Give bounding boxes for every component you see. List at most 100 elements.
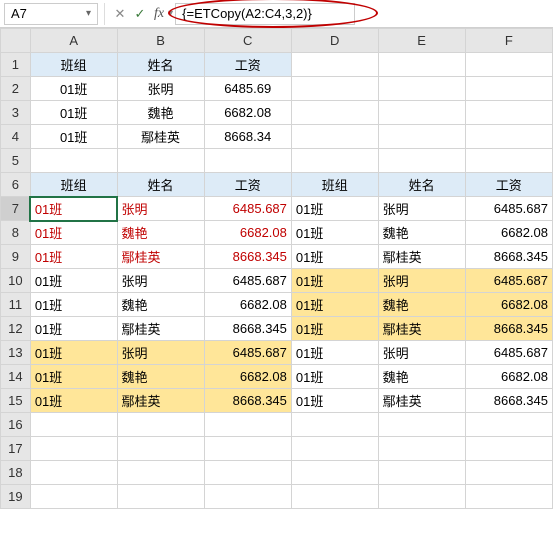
cell[interactable]: 张明 xyxy=(117,77,204,101)
cell[interactable]: 01班 xyxy=(30,245,117,269)
row-header[interactable]: 7 xyxy=(1,197,31,221)
cell[interactable]: 6485.687 xyxy=(204,269,291,293)
cell[interactable]: 6485.687 xyxy=(204,341,291,365)
cell[interactable]: 张明 xyxy=(117,269,204,293)
cell[interactable]: 班组 xyxy=(30,53,117,77)
col-header[interactable]: D xyxy=(291,29,378,53)
cell[interactable]: 6485.687 xyxy=(465,341,552,365)
row-header[interactable]: 3 xyxy=(1,101,31,125)
cell[interactable]: 01班 xyxy=(30,293,117,317)
cell[interactable] xyxy=(465,101,552,125)
row-header[interactable]: 1 xyxy=(1,53,31,77)
cell[interactable]: 01班 xyxy=(30,101,117,125)
cell[interactable] xyxy=(117,437,204,461)
cell[interactable] xyxy=(30,485,117,509)
cell[interactable] xyxy=(378,149,465,173)
cell[interactable]: 8668.345 xyxy=(204,389,291,413)
cell[interactable] xyxy=(378,53,465,77)
cell[interactable] xyxy=(291,53,378,77)
cell[interactable] xyxy=(378,77,465,101)
cell[interactable]: 01班 xyxy=(291,389,378,413)
cell[interactable]: 魏艳 xyxy=(378,293,465,317)
cell[interactable] xyxy=(378,461,465,485)
cell[interactable]: 01班 xyxy=(291,317,378,341)
cell[interactable]: 01班 xyxy=(291,269,378,293)
cell[interactable]: 鄢桂英 xyxy=(378,245,465,269)
cell[interactable] xyxy=(30,461,117,485)
cell[interactable] xyxy=(204,461,291,485)
cell[interactable]: 魏艳 xyxy=(117,221,204,245)
cell[interactable]: 6485.687 xyxy=(204,197,291,221)
cell[interactable]: 6682.08 xyxy=(204,101,291,125)
cell[interactable]: 魏艳 xyxy=(378,221,465,245)
cell[interactable] xyxy=(204,413,291,437)
cell[interactable] xyxy=(291,125,378,149)
cell[interactable]: 鄢桂英 xyxy=(117,317,204,341)
spreadsheet-grid[interactable]: A B C D E F 1 班组 姓名 工资 2 01班 张明 6485.69 … xyxy=(0,28,553,509)
cell[interactable]: 魏艳 xyxy=(117,365,204,389)
row-header[interactable]: 12 xyxy=(1,317,31,341)
cell[interactable] xyxy=(465,437,552,461)
row-header[interactable]: 16 xyxy=(1,413,31,437)
cell[interactable]: 鄢桂英 xyxy=(378,317,465,341)
cell[interactable] xyxy=(291,101,378,125)
cell[interactable]: 张明 xyxy=(117,197,204,221)
cell[interactable] xyxy=(117,461,204,485)
cell[interactable]: 01班 xyxy=(291,365,378,389)
name-box[interactable]: A7 ▾ xyxy=(4,3,98,25)
cell[interactable]: 姓名 xyxy=(117,173,204,197)
cell[interactable]: 姓名 xyxy=(117,53,204,77)
cell[interactable]: 01班 xyxy=(30,125,117,149)
col-header[interactable]: F xyxy=(465,29,552,53)
cell[interactable]: 8668.345 xyxy=(204,317,291,341)
cell[interactable] xyxy=(291,461,378,485)
cell[interactable] xyxy=(204,437,291,461)
cell[interactable] xyxy=(291,485,378,509)
cell[interactable]: 魏艳 xyxy=(117,101,204,125)
row-header[interactable]: 18 xyxy=(1,461,31,485)
cell[interactable]: 01班 xyxy=(30,389,117,413)
cell[interactable] xyxy=(465,485,552,509)
cell[interactable]: 张明 xyxy=(378,269,465,293)
cell[interactable]: 01班 xyxy=(30,77,117,101)
cell[interactable]: 6682.08 xyxy=(204,293,291,317)
cell[interactable] xyxy=(465,77,552,101)
cell[interactable] xyxy=(291,413,378,437)
row-header[interactable]: 5 xyxy=(1,149,31,173)
cell[interactable] xyxy=(465,53,552,77)
cell[interactable]: 6682.08 xyxy=(204,221,291,245)
col-header[interactable]: B xyxy=(117,29,204,53)
cell[interactable]: 01班 xyxy=(291,221,378,245)
cell[interactable]: 姓名 xyxy=(378,173,465,197)
cell[interactable] xyxy=(30,437,117,461)
row-header[interactable]: 4 xyxy=(1,125,31,149)
cell[interactable] xyxy=(378,125,465,149)
cell[interactable]: 6682.08 xyxy=(204,365,291,389)
col-header[interactable]: C xyxy=(204,29,291,53)
cell[interactable] xyxy=(378,101,465,125)
row-header[interactable]: 13 xyxy=(1,341,31,365)
col-header[interactable]: E xyxy=(378,29,465,53)
cell[interactable]: 01班 xyxy=(291,245,378,269)
cell[interactable]: 8668.34 xyxy=(204,125,291,149)
row-header[interactable]: 2 xyxy=(1,77,31,101)
cell[interactable] xyxy=(465,149,552,173)
row-header[interactable]: 6 xyxy=(1,173,31,197)
select-all-corner[interactable] xyxy=(1,29,31,53)
cell[interactable]: 鄢桂英 xyxy=(117,125,204,149)
cell[interactable] xyxy=(291,437,378,461)
cell[interactable]: 01班 xyxy=(291,293,378,317)
cell[interactable]: 01班 xyxy=(30,269,117,293)
cell[interactable]: 8668.345 xyxy=(465,389,552,413)
cancel-icon[interactable]: ✕ xyxy=(110,3,130,25)
cell[interactable]: 01班 xyxy=(30,317,117,341)
cell[interactable]: 6682.08 xyxy=(465,293,552,317)
cell[interactable]: 张明 xyxy=(378,341,465,365)
cell[interactable] xyxy=(378,485,465,509)
active-cell[interactable]: 01班 xyxy=(30,197,117,221)
cell[interactable]: 8668.345 xyxy=(465,245,552,269)
cell[interactable]: 鄢桂英 xyxy=(117,245,204,269)
cell[interactable]: 班组 xyxy=(291,173,378,197)
cell[interactable]: 6485.69 xyxy=(204,77,291,101)
cell[interactable] xyxy=(465,125,552,149)
